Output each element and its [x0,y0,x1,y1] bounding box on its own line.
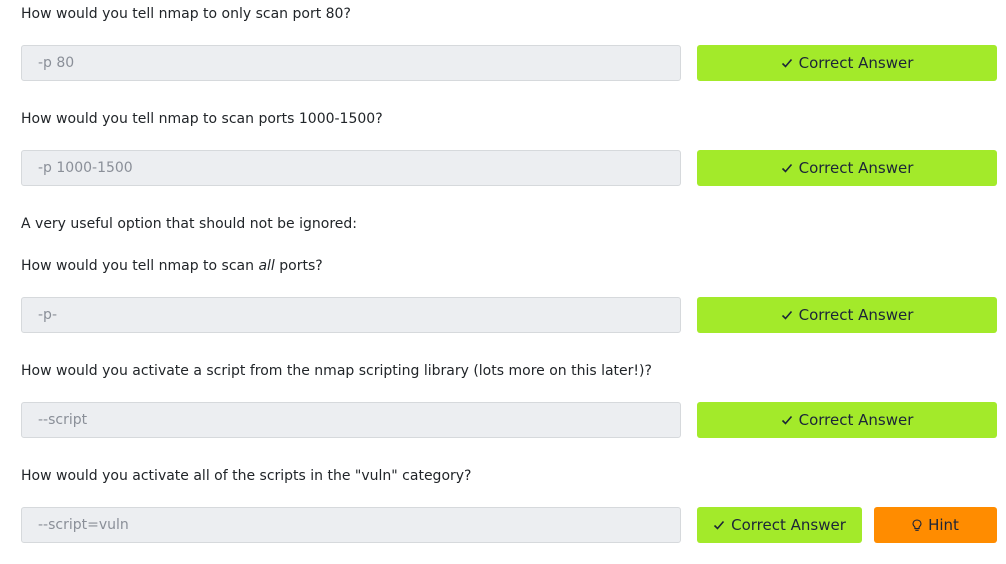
correct-answer-button[interactable]: Correct Answer [697,297,997,333]
question-text-part: How would you tell nmap to scan [21,258,259,274]
correct-answer-button[interactable]: Correct Answer [697,402,997,438]
check-icon [781,309,793,321]
answer-field[interactable] [21,150,681,186]
question-text: How would you tell nmap to scan ports 10… [21,111,383,127]
check-icon [781,414,793,426]
answer-field[interactable] [21,45,681,81]
correct-answer-label: Correct Answer [798,306,914,324]
hint-button[interactable]: Hint [874,507,997,543]
check-icon [781,162,793,174]
question-text: How would you activate a script from the… [21,363,652,379]
question-note: A very useful option that should not be … [21,216,357,232]
check-icon [713,519,725,531]
lightbulb-icon [912,518,922,532]
answer-field[interactable] [21,507,681,543]
question-text-part: ports? [274,258,323,274]
correct-answer-button[interactable]: Correct Answer [697,507,862,543]
correct-answer-button[interactable]: Correct Answer [697,45,997,81]
question-text: How would you tell nmap to scan all port… [21,257,323,275]
question-text: How would you activate all of the script… [21,468,472,484]
question-text-emphasis: all [258,258,275,274]
hint-label: Hint [928,516,959,534]
correct-answer-button[interactable]: Correct Answer [697,150,997,186]
correct-answer-label: Correct Answer [798,411,914,429]
correct-answer-label: Correct Answer [798,159,914,177]
correct-answer-label: Correct Answer [798,54,914,72]
question-text: How would you tell nmap to only scan por… [21,6,351,22]
check-icon [781,57,793,69]
answer-field[interactable] [21,297,681,333]
correct-answer-label: Correct Answer [731,516,846,534]
answer-field[interactable] [21,402,681,438]
